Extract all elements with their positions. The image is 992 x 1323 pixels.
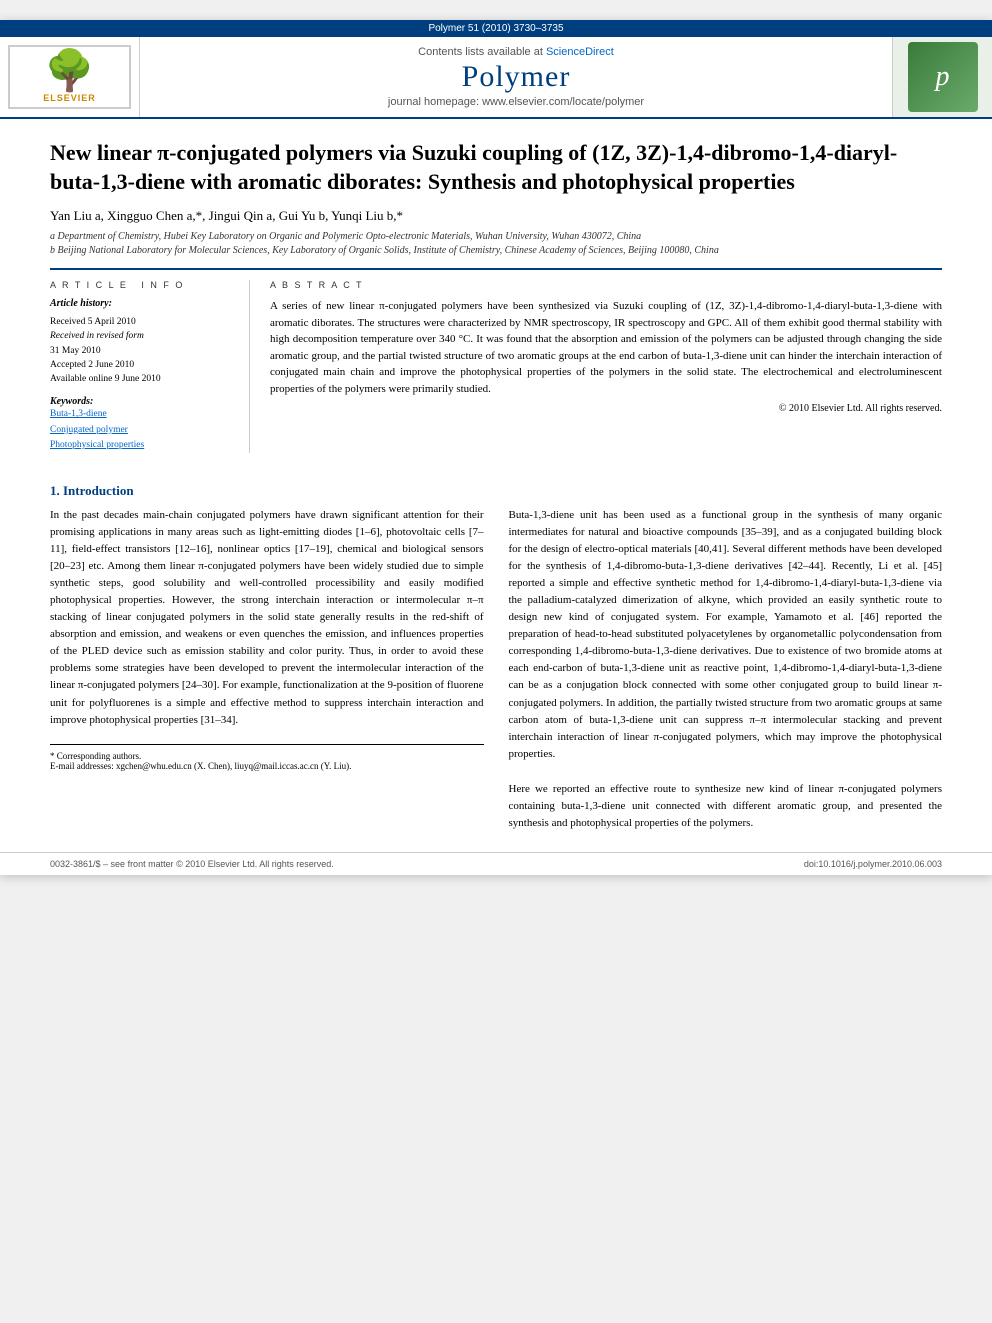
journal-name: Polymer bbox=[462, 60, 571, 94]
body-col1-text: In the past decades main-chain conjugate… bbox=[50, 507, 484, 729]
accepted-date: Accepted 2 June 2010 bbox=[50, 358, 234, 372]
issn-copyright: 0032-3861/$ – see front matter © 2010 El… bbox=[50, 859, 334, 869]
body-col-left: In the past decades main-chain conjugate… bbox=[50, 507, 484, 832]
article-header-section: New linear π-conjugated polymers via Suz… bbox=[0, 119, 992, 473]
available-online: Available online 9 June 2010 bbox=[50, 372, 234, 386]
affiliations: a Department of Chemistry, Hubei Key Lab… bbox=[50, 230, 942, 258]
article-title: New linear π-conjugated polymers via Suz… bbox=[50, 139, 942, 196]
sciencedirect-link[interactable]: ScienceDirect bbox=[546, 46, 614, 58]
copyright-notice: © 2010 Elsevier Ltd. All rights reserved… bbox=[270, 403, 942, 414]
received-revised-date: 31 May 2010 bbox=[50, 344, 234, 358]
bottom-bar: 0032-3861/$ – see front matter © 2010 El… bbox=[0, 852, 992, 875]
received-date: Received 5 April 2010 bbox=[50, 315, 234, 329]
body-two-col: In the past decades main-chain conjugate… bbox=[50, 507, 942, 832]
polymer-brand-logo: p bbox=[908, 42, 978, 112]
elsevier-tree-icon: 🌳 bbox=[45, 51, 95, 91]
sciencedirect-label: Contents lists available at ScienceDirec… bbox=[418, 46, 614, 58]
keyword-3[interactable]: Photophysical properties bbox=[50, 438, 234, 453]
article-history-label: Article history: bbox=[50, 298, 234, 309]
doi: doi:10.1016/j.polymer.2010.06.003 bbox=[804, 859, 942, 869]
keyword-1[interactable]: Buta-1,3-diene bbox=[50, 407, 234, 422]
keywords-section: Keywords: Buta-1,3-diene Conjugated poly… bbox=[50, 396, 234, 453]
footnote-area: * Corresponding authors. E-mail addresse… bbox=[50, 744, 484, 771]
article-info-section-label: A R T I C L E I N F O bbox=[50, 280, 234, 290]
body-col2-text: Buta-1,3-diene unit has been used as a f… bbox=[509, 507, 943, 763]
body-col-right: Buta-1,3-diene unit has been used as a f… bbox=[509, 507, 943, 832]
article-info-column: A R T I C L E I N F O Article history: R… bbox=[50, 280, 250, 453]
affiliation-a: a Department of Chemistry, Hubei Key Lab… bbox=[50, 230, 942, 244]
section1-title: 1. Introduction bbox=[50, 483, 942, 499]
journal-homepage: journal homepage: www.elsevier.com/locat… bbox=[388, 96, 644, 108]
affiliation-b: b Beijing National Laboratory for Molecu… bbox=[50, 244, 942, 258]
journal-citation: Polymer 51 (2010) 3730–3735 bbox=[428, 23, 563, 34]
journal-citation-bar: Polymer 51 (2010) 3730–3735 bbox=[0, 20, 992, 37]
elsevier-wordmark: ELSEVIER bbox=[43, 93, 96, 103]
footnote-corresponding: * Corresponding authors. bbox=[50, 751, 484, 761]
footnote-email: E-mail addresses: xgchen@whu.edu.cn (X. … bbox=[50, 761, 484, 771]
polymer-logo-right: p bbox=[892, 37, 992, 117]
abstract-section-label: A B S T R A C T bbox=[270, 280, 942, 290]
article-info-abstract-section: A R T I C L E I N F O Article history: R… bbox=[50, 268, 942, 453]
elsevier-logo-section: 🌳 ELSEVIER bbox=[0, 37, 140, 117]
elsevier-logo-box: 🌳 ELSEVIER bbox=[8, 45, 131, 109]
page: Polymer 51 (2010) 3730–3735 🌳 ELSEVIER C… bbox=[0, 20, 992, 875]
authors-line: Yan Liu a, Xingguo Chen a,*, Jingui Qin … bbox=[50, 208, 942, 224]
authors-text: Yan Liu a, Xingguo Chen a,*, Jingui Qin … bbox=[50, 208, 403, 223]
keywords-label: Keywords: bbox=[50, 396, 234, 407]
received-revised-label: Received in revised form bbox=[50, 329, 234, 343]
abstract-column: A B S T R A C T A series of new linear π… bbox=[270, 280, 942, 453]
body-col2-text-para2: Here we reported an effective route to s… bbox=[509, 781, 943, 832]
journal-center-header: Contents lists available at ScienceDirec… bbox=[140, 37, 892, 117]
body-content: 1. Introduction In the past decades main… bbox=[0, 473, 992, 852]
keyword-2[interactable]: Conjugated polymer bbox=[50, 423, 234, 438]
journal-header: 🌳 ELSEVIER Contents lists available at S… bbox=[0, 37, 992, 119]
abstract-text: A series of new linear π-conjugated poly… bbox=[270, 298, 942, 397]
